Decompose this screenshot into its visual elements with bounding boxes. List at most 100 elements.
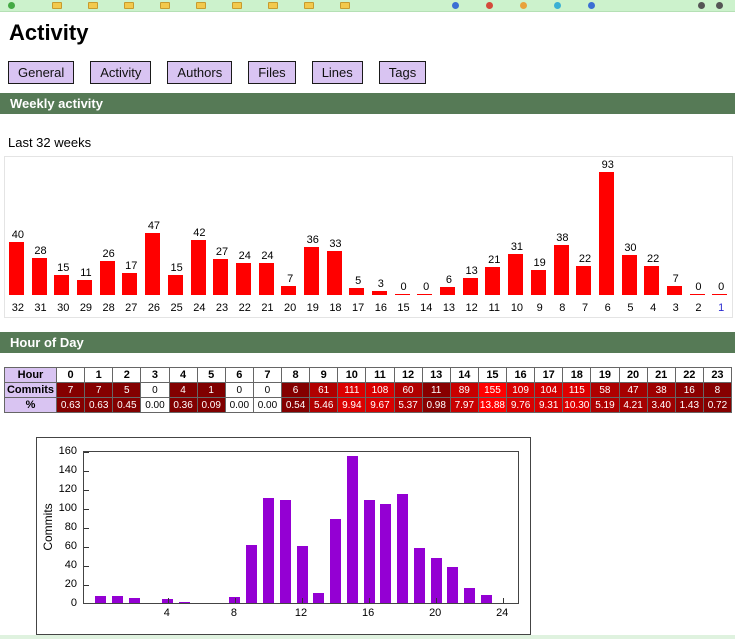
hour-column-header: 4	[168, 367, 198, 383]
y-tick	[84, 509, 89, 510]
tab-activity[interactable]: Activity	[90, 61, 152, 84]
weekly-bar	[485, 267, 501, 295]
bookmark-icon[interactable]	[554, 2, 561, 9]
percent-cell: 9.67	[365, 397, 395, 413]
percent-cell: 0.63	[84, 397, 114, 413]
weekly-x-axis-label: 1	[718, 302, 725, 314]
bookmark-icon[interactable]	[486, 2, 493, 9]
hour-bar	[95, 596, 107, 603]
y-tick-label: 20	[64, 578, 77, 590]
bookmark-folder-icon[interactable]	[304, 2, 314, 9]
bookmark-folder-icon[interactable]	[196, 2, 206, 9]
percent-cell: 10.30	[562, 397, 592, 413]
hour-of-day-table: Hour 0 1 2 3 4 5 6 7 8 9 10 11 12 13 14 15 16 17 18 19 20 21 22…	[4, 367, 733, 413]
commits-cell: 104	[534, 382, 564, 398]
bookmark-folder-icon[interactable]	[88, 2, 98, 9]
hour-column-header: 8	[280, 367, 311, 383]
percent-cell: 0.00	[224, 397, 254, 413]
section-header-hour-of-day: Hour of Day	[0, 332, 735, 353]
menu-icon[interactable]	[716, 2, 723, 9]
tab-tags[interactable]: Tags	[378, 61, 427, 84]
weekly-bar-value-label: 33	[329, 238, 342, 250]
weekly-bar	[167, 275, 183, 295]
weekly-bar	[54, 275, 70, 295]
bookmark-folder-icon[interactable]	[124, 2, 134, 9]
hour-column-header: 14	[449, 367, 479, 383]
weekly-bar-value-label: 13	[465, 265, 478, 277]
y-tick	[84, 490, 89, 491]
weekly-bar-value-label: 15	[170, 262, 183, 274]
tab-lines[interactable]: Lines	[311, 61, 363, 84]
weekly-bar	[349, 288, 365, 295]
weekly-bar	[372, 291, 387, 295]
tab-general[interactable]: General	[8, 61, 75, 84]
commits-cell: 4	[168, 382, 198, 398]
hour-bar	[363, 499, 375, 603]
x-tick-label: 4	[163, 607, 170, 619]
plot-area	[83, 451, 519, 604]
hour-column-header: 19	[590, 367, 620, 383]
bookmark-folder-icon[interactable]	[268, 2, 278, 9]
hour-column-header: 23	[702, 367, 733, 383]
x-tick-label: 16	[361, 607, 375, 619]
download-icon[interactable]	[698, 2, 705, 9]
bookmark-icon[interactable]	[588, 2, 595, 9]
bookmark-folder-icon[interactable]	[340, 2, 350, 9]
bookmark-folder-icon[interactable]	[232, 2, 242, 9]
commits-cell: 6	[280, 382, 311, 398]
weekly-bar	[31, 258, 47, 295]
y-tick-label: 120	[58, 483, 77, 495]
weekly-bar	[689, 294, 705, 295]
y-tick	[84, 452, 89, 453]
hour-bar	[330, 518, 341, 603]
x-tick-label: 8	[230, 607, 237, 619]
commits-cell: 7	[84, 382, 114, 398]
y-tick-label: 140	[58, 464, 77, 476]
x-tick	[167, 598, 169, 603]
percent-cell: 0.98	[421, 397, 451, 413]
y-tick	[84, 547, 89, 548]
nav-tabs: General Activity Authors Files Lines Tags	[8, 61, 442, 84]
weekly-bar	[712, 294, 728, 295]
x-tick	[234, 598, 236, 603]
percent-cell: 0.63	[55, 397, 86, 413]
hour-bar	[128, 598, 140, 603]
hour-bar	[313, 592, 325, 603]
commits-cell: 111	[337, 382, 367, 398]
tab-files[interactable]: Files	[248, 61, 296, 84]
commits-cell: 16	[674, 382, 704, 398]
bookmark-folder-icon[interactable]	[160, 2, 170, 9]
weekly-bar-value-label: 42	[193, 227, 206, 239]
tab-authors[interactable]: Authors	[167, 61, 233, 84]
weekly-bar	[598, 172, 614, 295]
hour-bar	[397, 493, 409, 603]
x-tick-label: 20	[429, 607, 442, 619]
weekly-bar	[440, 287, 456, 295]
hour-column-header: 11	[365, 367, 395, 383]
commits-cell: 1	[196, 382, 226, 398]
bookmark-folder-icon[interactable]	[52, 2, 62, 9]
weekly-bar	[190, 240, 206, 295]
hour-bar	[413, 547, 425, 603]
hour-column-header: 6	[224, 367, 254, 383]
weekly-bar	[508, 254, 524, 295]
weekly-bar	[235, 263, 251, 295]
percent-row: % 0.63 0.63 0.45 0.00 0.36 0.09 0.00 0.00 0.54 5.4…	[4, 397, 733, 413]
weekly-bar-value-label: 24	[261, 250, 274, 262]
commits-row-header: Commits	[4, 382, 57, 398]
weekly-bar-value-label: 11	[80, 267, 92, 279]
y-tick-label: 40	[64, 559, 77, 571]
bookmark-icon[interactable]	[452, 2, 459, 9]
hour-column-header: 15	[477, 367, 508, 383]
x-tick-label: 24	[496, 607, 509, 619]
weekly-bar-value-label: 0	[718, 281, 725, 293]
commits-cell: 5	[112, 382, 142, 398]
hour-table-header-row: Hour 0 1 2 3 4 5 6 7 8 9 10 11 12 13 14 15 16 17 18 19 20 21 22…	[4, 367, 733, 383]
percent-cell: 7.97	[449, 397, 479, 413]
bookmark-icon[interactable]	[8, 2, 15, 9]
percent-cell: 4.21	[618, 397, 648, 413]
bottom-edge	[0, 635, 735, 639]
weekly-bar	[258, 263, 274, 295]
bookmark-icon[interactable]	[520, 2, 527, 9]
hour-column-header: 20	[618, 367, 648, 383]
